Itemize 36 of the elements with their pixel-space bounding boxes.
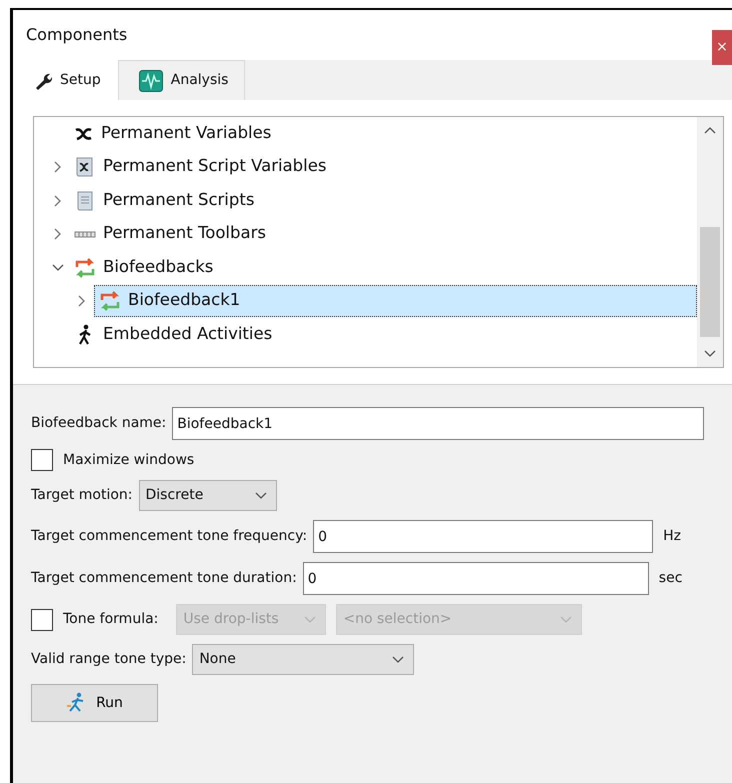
checkbox-label: Maximize windows [63, 450, 194, 470]
unit-label: sec [658, 569, 682, 588]
tree-item[interactable]: Embedded Activities [70, 320, 280, 350]
waveform-icon [138, 70, 163, 92]
scrollbar-thumb[interactable] [700, 227, 720, 337]
loop-icon [74, 256, 96, 279]
wrench-icon [34, 72, 52, 90]
tree-item[interactable]: Biofeedbacks [70, 252, 220, 283]
frequency-field[interactable]: 0 [313, 520, 654, 553]
checkbox[interactable] [31, 449, 53, 471]
field-label: Target commencement tone duration: [31, 569, 297, 588]
checkbox-label: Tone formula: [63, 610, 158, 629]
name-field[interactable]: Biofeedback1 [172, 407, 704, 440]
scroll-down-icon [703, 349, 717, 359]
tree-item[interactable]: Biofeedback1 [94, 285, 697, 318]
unit-label: Hz [663, 527, 681, 546]
range-type-dropdown[interactable]: None [192, 644, 414, 675]
tree-item[interactable]: Permanent Script Variables [70, 152, 334, 182]
duration-field[interactable]: 0 [302, 562, 649, 595]
tree-item[interactable]: Permanent Toolbars [70, 219, 273, 250]
tab[interactable]: Setup [13, 60, 118, 100]
run-button[interactable]: Run [31, 684, 158, 722]
tab[interactable]: Analysis [118, 60, 246, 100]
field-label: Biofeedback name: [31, 414, 166, 433]
field-label: Valid range tone type: [31, 650, 186, 669]
loop-icon [99, 290, 121, 312]
close-button[interactable]: × [712, 30, 732, 65]
field-label: Target motion: [31, 486, 132, 505]
field-label: Target commencement tone frequency: [31, 527, 308, 546]
scroll-up-icon [703, 125, 717, 135]
tree-item[interactable]: Permanent Scripts [70, 186, 262, 216]
variable-icon [74, 126, 94, 141]
window-title: Components [26, 24, 128, 46]
toolbar-icon [74, 230, 96, 238]
motion-dropdown[interactable]: Discrete [138, 480, 276, 511]
tree-item[interactable]: Permanent Variables [70, 118, 278, 149]
